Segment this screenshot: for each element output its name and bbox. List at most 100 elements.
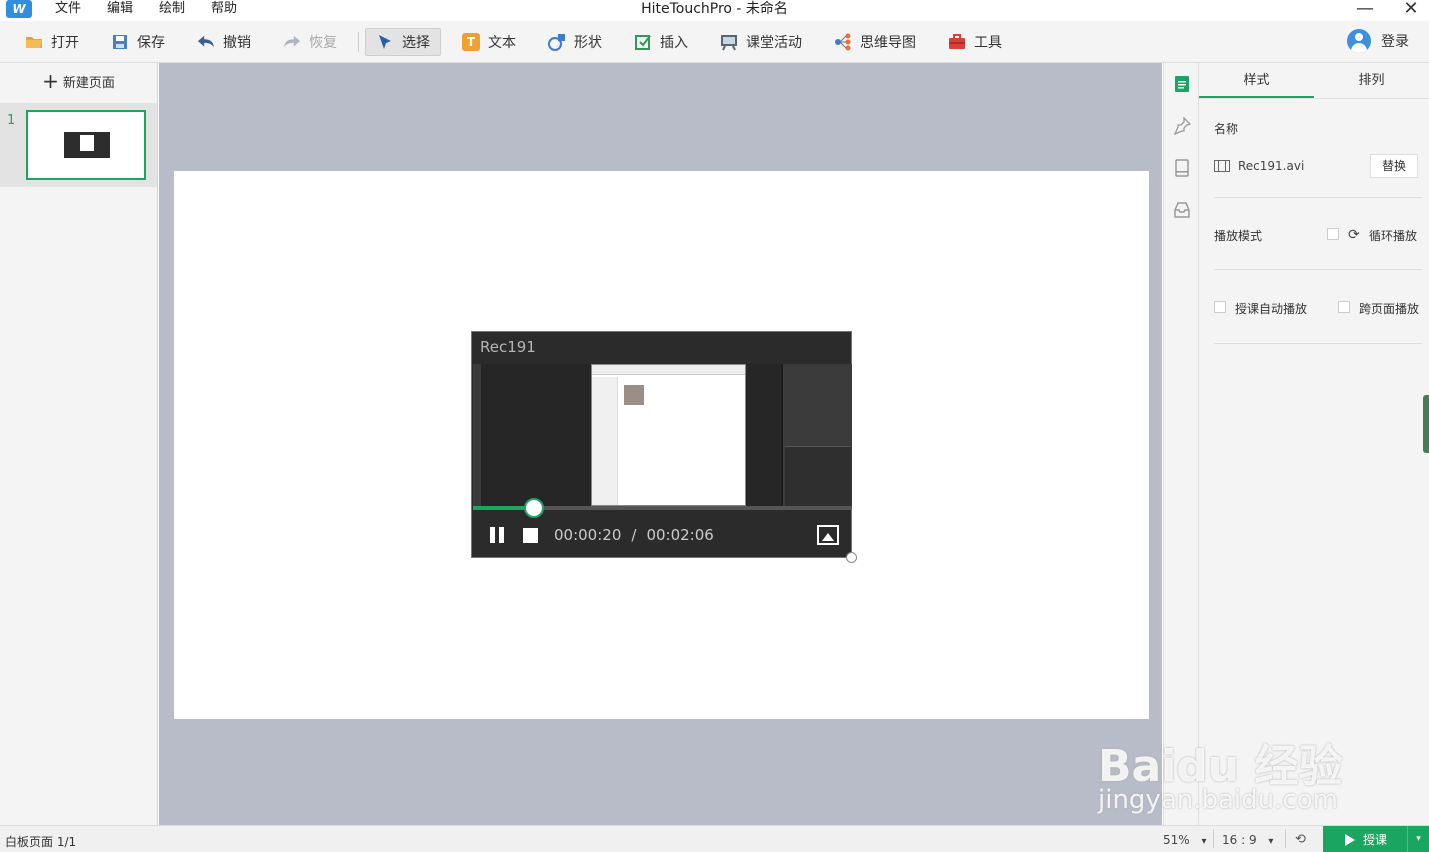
page-number: 1	[7, 113, 16, 128]
time-separator: /	[631, 526, 637, 544]
file-name: Rec191.avi	[1238, 159, 1305, 173]
film-icon	[1214, 160, 1230, 172]
page-thumbnail[interactable]	[26, 110, 146, 180]
chevron-down-icon: ▾	[1201, 836, 1207, 847]
zoom-value: 51%	[1163, 833, 1190, 847]
shape-button[interactable]: 形状	[537, 28, 613, 56]
cross-page-label: 跨页面播放	[1359, 302, 1420, 316]
current-time: 00:00:20	[554, 526, 622, 544]
text-icon: T	[462, 32, 480, 51]
text-label: 文本	[488, 34, 516, 51]
loop-checkbox[interactable]	[1327, 228, 1339, 240]
shape-label: 形状	[574, 34, 602, 51]
video-frame-thumbnail	[624, 385, 644, 405]
loop-icon: ⟳	[1348, 227, 1360, 243]
minimize-button[interactable]: —	[1345, 0, 1385, 20]
auto-play-label: 授课自动播放	[1235, 302, 1308, 316]
insert-label: 插入	[660, 34, 688, 51]
video-frame-sub-panel	[785, 446, 851, 506]
insert-icon	[634, 33, 652, 51]
redo-icon	[283, 33, 301, 51]
divider	[1214, 269, 1422, 270]
activity-icon	[720, 33, 738, 51]
new-page-button[interactable]: + 新建页面	[0, 63, 157, 99]
menu-file[interactable]: 文件	[42, 0, 94, 18]
save-icon	[111, 33, 129, 51]
open-label: 打开	[51, 34, 79, 51]
close-button[interactable]: ✕	[1391, 0, 1429, 20]
status-divider	[1285, 830, 1286, 848]
video-frame-window-left	[592, 377, 618, 505]
open-button[interactable]: 打开	[14, 28, 90, 56]
undo-label: 撤销	[223, 34, 251, 51]
shape-icon	[548, 33, 566, 51]
video-title: Rec191	[480, 338, 536, 356]
status-divider	[1213, 830, 1214, 848]
zoom-dropdown[interactable]: 51% ▾	[1163, 833, 1207, 847]
auto-play-checkbox[interactable]	[1214, 301, 1226, 313]
login-button[interactable]: 登录	[1347, 29, 1409, 53]
progress-bar[interactable]	[473, 498, 852, 518]
cross-page-checkbox[interactable]	[1338, 301, 1350, 313]
select-button[interactable]: 选择	[365, 27, 441, 56]
tab-arrange[interactable]: 排列	[1314, 63, 1429, 98]
canvas-area[interactable]: Rec191 00:00:20 / 00:02:06	[159, 63, 1162, 825]
book-icon[interactable]	[1173, 159, 1191, 177]
page-info: 白板页面 1/1	[5, 835, 77, 849]
mindmap-label: 思维导图	[860, 34, 916, 51]
tools-button[interactable]: 工具	[937, 28, 1013, 56]
total-time: 00:02:06	[646, 526, 714, 544]
property-icon-rail	[1163, 63, 1199, 825]
loop-label: 循环播放	[1369, 229, 1418, 243]
page-thumbnail-row[interactable]: 1	[0, 103, 157, 187]
menu-help[interactable]: 帮助	[198, 0, 250, 18]
new-page-label: 新建页面	[62, 75, 115, 91]
screenshot-icon[interactable]	[817, 525, 839, 545]
insert-button[interactable]: 插入	[623, 28, 699, 56]
status-bar: 白板页面 1/1 51% ▾ 16 : 9 ▾ ⟲ 授课 ▾	[0, 825, 1429, 852]
redo-label: 恢复	[309, 34, 337, 51]
video-player[interactable]: Rec191 00:00:20 / 00:02:06	[471, 331, 852, 558]
undo-icon	[197, 33, 215, 51]
start-class-button[interactable]: 授课 ▾	[1323, 826, 1429, 852]
menu-bar: 文件 编辑 绘制 帮助	[42, 0, 250, 18]
sync-icon[interactable]: ⟲	[1295, 832, 1306, 847]
redo-button[interactable]: 恢复	[272, 28, 348, 56]
name-label: 名称	[1214, 122, 1239, 136]
aspect-ratio-dropdown[interactable]: 16 : 9 ▾	[1222, 833, 1273, 847]
pin-icon[interactable]	[1173, 116, 1192, 136]
text-button[interactable]: T 文本	[451, 28, 527, 56]
play-icon	[1345, 833, 1355, 846]
select-label: 选择	[402, 34, 430, 51]
login-label: 登录	[1381, 34, 1409, 50]
tab-style[interactable]: 样式	[1199, 63, 1314, 98]
inbox-icon[interactable]	[1173, 201, 1191, 219]
resize-handle[interactable]	[846, 552, 857, 563]
chevron-down-icon: ▾	[1268, 836, 1274, 847]
plus-icon: +	[42, 69, 59, 93]
stop-icon[interactable]	[523, 527, 538, 543]
mindmap-button[interactable]: 思维导图	[823, 28, 927, 56]
cursor-icon	[376, 33, 394, 51]
video-frame[interactable]	[473, 364, 852, 506]
menu-draw[interactable]: 绘制	[146, 0, 198, 18]
video-frame-sidebar	[473, 364, 481, 506]
classroom-activity-button[interactable]: 课堂活动	[709, 28, 813, 56]
menu-edit[interactable]: 编辑	[94, 0, 146, 18]
document-icon[interactable]	[1173, 75, 1191, 93]
undo-button[interactable]: 撤销	[186, 28, 262, 56]
folder-icon	[25, 33, 43, 51]
video-frame-window-top	[592, 365, 745, 375]
main-toolbar: 打开 保存 撤销 恢复 选择 T 文本 形状 插入 课堂活动 思维导图 工具 登…	[0, 21, 1429, 63]
start-class-label: 授课	[1363, 833, 1388, 847]
aspect-ratio-value: 16 : 9	[1222, 833, 1257, 847]
toolbar-divider	[358, 31, 359, 52]
pause-icon[interactable]	[489, 527, 505, 543]
save-button[interactable]: 保存	[100, 28, 176, 56]
side-collapse-tab[interactable]	[1423, 395, 1429, 453]
start-options-chevron-icon[interactable]: ▾	[1407, 826, 1429, 852]
pages-panel: + 新建页面 1	[0, 63, 158, 825]
replace-button[interactable]: 替换	[1370, 154, 1418, 178]
properties-panel: 样式 排列 名称 Rec191.avi 替换 播放模式 ⟳ 循环播放 授课自动播…	[1199, 63, 1429, 825]
tools-label: 工具	[974, 34, 1002, 51]
